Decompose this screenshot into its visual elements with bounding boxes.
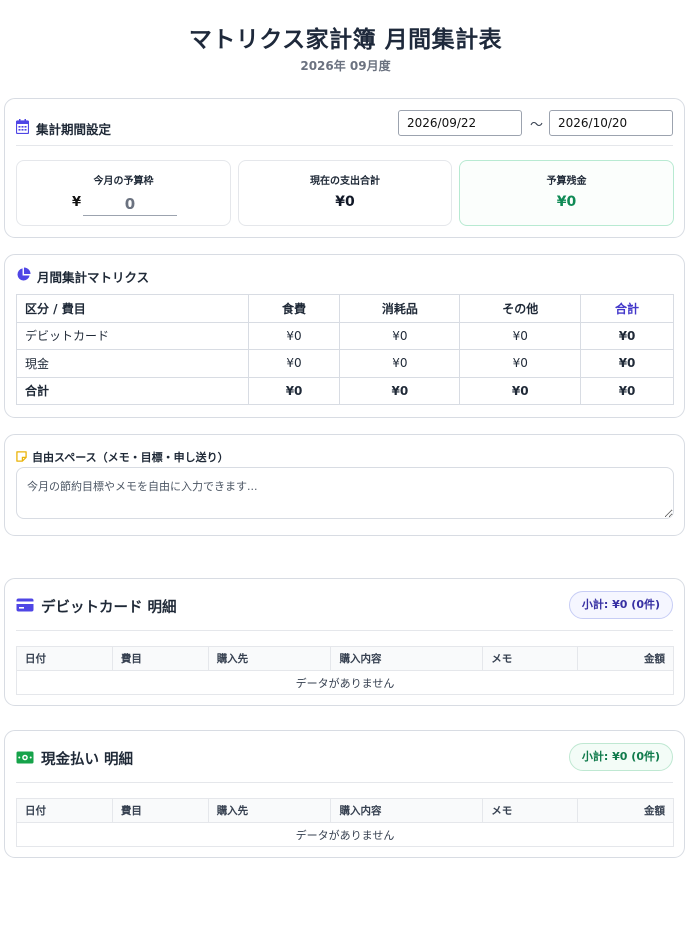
- yen-symbol: ¥: [72, 195, 82, 210]
- cell-value: ¥0: [247, 321, 341, 350]
- budget-box: 今月の予算枠 ¥: [16, 160, 231, 226]
- date-separator: 〜: [530, 118, 544, 133]
- period-title: 集計期間設定: [36, 121, 112, 137]
- divider: [16, 145, 673, 146]
- memo-card: 自由スペース（メモ・目標・申し送り）: [4, 434, 685, 536]
- col-header-item: 購入内容: [330, 646, 484, 671]
- row-label: 現金: [16, 349, 249, 378]
- page-header: マトリクス家計簿 月間集計表 2026年 09月度: [0, 26, 691, 74]
- table-header-row: 日付 費目 購入先 購入内容 メモ 金額: [16, 646, 674, 671]
- divider: [16, 782, 673, 783]
- matrix-col-header: 食費: [247, 294, 341, 323]
- start-date-input[interactable]: [398, 110, 522, 136]
- empty-message: データがありません: [16, 822, 674, 847]
- matrix-table: 区分 / 費目 食費 消耗品 その他 合計 デビットカード ¥0 ¥0 ¥0 ¥…: [16, 294, 674, 405]
- col-header-memo: メモ: [482, 646, 579, 671]
- row-label: デビットカード: [16, 321, 249, 350]
- matrix-col-header: 区分 / 費目: [16, 294, 249, 323]
- matrix-col-header-total: 合計: [580, 294, 674, 323]
- col-header-store: 購入先: [207, 646, 332, 671]
- row-label: 合計: [16, 376, 249, 405]
- col-header-date: 日付: [16, 798, 113, 823]
- page-subtitle: 2026年 09月度: [300, 59, 391, 73]
- debit-detail-card: デビットカード 明細 小計: ¥0 (0件) 日付 費目 購入先 購入内容 メモ…: [4, 578, 685, 706]
- memo-header: 自由スペース（メモ・目標・申し送り）: [16, 447, 229, 466]
- cell-value: ¥0: [339, 321, 461, 350]
- cell-value: ¥0: [247, 349, 341, 378]
- remain-label: 予算残金: [546, 176, 587, 187]
- cash-table: 日付 費目 購入先 購入内容 メモ 金額 データがありません: [16, 798, 674, 847]
- table-row-empty: データがありません: [16, 670, 674, 695]
- cell-grand-total: ¥0: [580, 376, 674, 405]
- matrix-col-header: その他: [459, 294, 582, 323]
- matrix-header: 月間集計マトリクス: [16, 267, 149, 286]
- end-date-input[interactable]: [549, 110, 673, 136]
- col-header-category: 費目: [111, 798, 209, 823]
- table-row-empty: データがありません: [16, 822, 674, 847]
- cell-row-total: ¥0: [580, 321, 674, 350]
- col-header-item: 購入内容: [330, 798, 484, 823]
- expense-value: ¥0: [335, 194, 355, 210]
- expense-label: 現在の支出合計: [310, 176, 380, 187]
- calendar-icon: [15, 118, 30, 138]
- cash-subtotal-badge: 小計: ¥0 (0件): [568, 743, 673, 771]
- col-header-store: 購入先: [207, 798, 332, 823]
- col-header-category: 費目: [111, 646, 209, 671]
- cash-detail-card: 現金払い 明細 小計: ¥0 (0件) 日付 費目 購入先 購入内容 メモ 金額…: [4, 730, 685, 858]
- debit-header: デビットカード 明細: [16, 595, 177, 617]
- budget-input[interactable]: [83, 192, 177, 216]
- cash-title: 現金払い 明細: [41, 751, 134, 768]
- memo-title: 自由スペース（メモ・目標・申し送り）: [32, 450, 229, 464]
- cash-header: 現金払い 明細: [16, 747, 133, 769]
- cash-icon: [16, 749, 34, 768]
- cell-row-total: ¥0: [580, 349, 674, 378]
- page-title: マトリクス家計簿 月間集計表: [188, 27, 503, 53]
- remain-value: ¥0: [556, 194, 577, 210]
- col-header-memo: メモ: [482, 798, 579, 823]
- matrix-title: 月間集計マトリクス: [37, 270, 150, 285]
- cell-value: ¥0: [339, 349, 461, 378]
- debit-title: デビットカード 明細: [41, 599, 177, 616]
- matrix-col-header: 消耗品: [339, 294, 461, 323]
- expense-box: 現在の支出合計 ¥0: [238, 160, 452, 226]
- debit-table: 日付 費目 購入先 購入内容 メモ 金額 データがありません: [16, 646, 674, 695]
- matrix-row-debit: デビットカード ¥0 ¥0 ¥0 ¥0: [16, 321, 674, 350]
- remain-box: 予算残金 ¥0: [459, 160, 674, 226]
- memo-textarea[interactable]: [16, 467, 674, 519]
- cell-value: ¥0: [459, 349, 582, 378]
- col-header-date: 日付: [16, 646, 113, 671]
- cell-col-total: ¥0: [339, 376, 461, 405]
- matrix-header-row: 区分 / 費目 食費 消耗品 その他 合計: [16, 294, 674, 323]
- cell-value: ¥0: [459, 321, 582, 350]
- col-header-amount: 金額: [577, 798, 674, 823]
- pie-chart-icon: [16, 267, 31, 286]
- budget-label: 今月の予算枠: [93, 176, 154, 187]
- table-header-row: 日付 費目 購入先 購入内容 メモ 金額: [16, 798, 674, 823]
- matrix-row-cash: 現金 ¥0 ¥0 ¥0 ¥0: [16, 349, 674, 378]
- matrix-row-total: 合計 ¥0 ¥0 ¥0 ¥0: [16, 376, 674, 405]
- sticky-note-icon: [16, 447, 27, 466]
- period-settings-card: 集計期間設定 〜 今月の予算枠 ¥ 現在の支出合計 ¥0 予算残金 ¥0: [4, 98, 685, 238]
- empty-message: データがありません: [16, 670, 674, 695]
- debit-subtotal-badge: 小計: ¥0 (0件): [568, 591, 673, 619]
- cell-col-total: ¥0: [459, 376, 582, 405]
- divider: [16, 630, 673, 631]
- cell-col-total: ¥0: [247, 376, 341, 405]
- credit-card-icon: [16, 597, 34, 616]
- col-header-amount: 金額: [577, 646, 674, 671]
- matrix-card: 月間集計マトリクス 区分 / 費目 食費 消耗品 その他 合計 デビットカード …: [4, 254, 685, 418]
